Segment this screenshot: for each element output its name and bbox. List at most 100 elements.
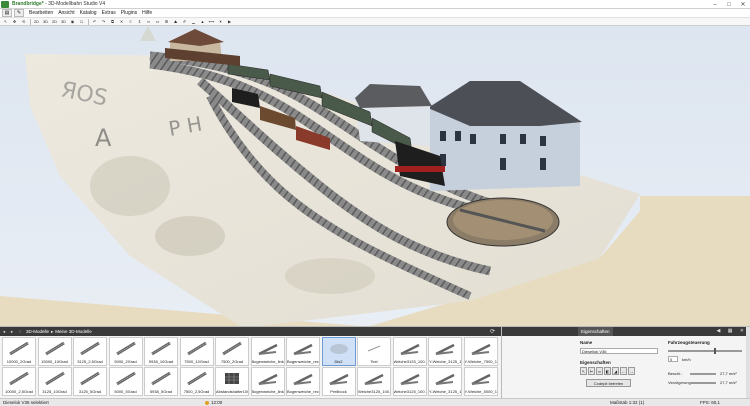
direction-right-icon[interactable]: → [628, 367, 635, 375]
select-tool-icon[interactable]: ↖ [2, 18, 9, 25]
model-tile[interactable]: Weiche3125_100... [392, 337, 427, 366]
walk-icon[interactable]: ☖ [78, 18, 85, 25]
model-tile[interactable]: 10000_2,5Grad [2, 367, 36, 396]
direction-left-icon[interactable]: ← [620, 367, 627, 375]
model-tile[interactable]: 5938_5Grad [144, 367, 178, 396]
eigenschaften-section-label: Eigenschaften [580, 360, 611, 365]
back-icon[interactable]: ◂ [0, 329, 8, 335]
decel-slider[interactable] [690, 382, 716, 384]
model-thumbnail-icon [293, 373, 313, 386]
3d-viewport[interactable]: ЯОS A P H [0, 26, 750, 326]
model-tile[interactable]: 15000_10Grad [37, 337, 72, 366]
view-2d-button[interactable]: 2D [33, 18, 40, 25]
model-tile[interactable]: Prellbock [321, 367, 356, 396]
speed-unit: km/h [682, 357, 691, 362]
model-thumbnail-icon [470, 343, 491, 356]
model-tile[interactable]: Y-Weiche_7500_1... [463, 337, 498, 366]
paint-icon[interactable]: ✐ [181, 18, 188, 25]
maximize-button[interactable]: □ [722, 0, 736, 9]
model-thumbnail-icon [435, 373, 455, 386]
menu-hilfe[interactable]: Hilfe [142, 10, 152, 16]
model-tile[interactable]: Bogenweiche_links [250, 367, 285, 396]
up-icon[interactable]: ↑ [16, 329, 24, 334]
panel-scrollbar[interactable] [746, 327, 750, 399]
model-tile[interactable]: 3125_2,5Grad [73, 337, 107, 366]
camera-icon[interactable]: ◉ [69, 18, 76, 25]
tab-eigenschaften[interactable]: Eigenschaften [578, 327, 613, 336]
model-tile-caption: Dis2 [334, 359, 343, 364]
menu-ansicht[interactable]: Ansicht [58, 10, 74, 16]
measure-icon[interactable]: ⟷ [208, 18, 215, 25]
window-controls: – □ ✕ [708, 0, 750, 9]
decel-label: Verzögerung: [668, 380, 692, 385]
file-menu-icon[interactable]: ▤ [2, 9, 12, 17]
status-bar: Dieselok V36 selektiert 12:00 Maßstab 1:… [0, 398, 750, 406]
model-tile[interactable]: Weiche3125_100... [357, 367, 391, 396]
group-icon[interactable]: ⊞ [163, 18, 170, 25]
play-icon[interactable]: ▶ [226, 18, 233, 25]
menu-bearbeiten[interactable]: Bearbeiten [29, 10, 53, 16]
track-straight-icon[interactable]: ═ [596, 367, 603, 375]
raise-icon[interactable]: ▲ [199, 18, 206, 25]
align-icon[interactable]: ≡ [127, 18, 134, 25]
height-icon[interactable]: ⇕ [136, 18, 143, 25]
menu-extras[interactable]: Extras [102, 10, 116, 16]
flatten-icon[interactable]: ▁ [190, 18, 197, 25]
model-tile[interactable]: Y-Weiche_5000_1... [463, 367, 498, 396]
copy-icon[interactable]: ⧉ [109, 18, 116, 25]
breadcrumb-meine-3d-modelle[interactable]: Meine 3D-Modelle [55, 329, 92, 334]
speed-slider[interactable] [668, 350, 742, 352]
panel-options-icons[interactable]: ◀ ▦ ✕ [716, 328, 747, 334]
move-tool-icon[interactable]: ✥ [11, 18, 18, 25]
breadcrumb-3d-modelle[interactable]: 3D-Modelle [26, 329, 49, 334]
close-button[interactable]: ✕ [736, 0, 750, 9]
model-tile[interactable]: 7500_10Grad [179, 337, 214, 366]
model-tile[interactable]: Y-Weiche_3125_1... [428, 337, 462, 366]
grid-3d-button[interactable]: 3D [60, 18, 67, 25]
model-tile[interactable]: Bogenweiche_rec... [286, 337, 320, 366]
select-tool-icon[interactable]: ↖ [580, 367, 587, 375]
speed-input[interactable]: 0 [668, 356, 678, 362]
slope-icon[interactable]: ◢ [612, 367, 619, 375]
model-tile[interactable]: 3125_5Grad [73, 367, 107, 396]
model-tile[interactable]: Bogenweiche_rec... [286, 367, 320, 396]
redo-icon[interactable]: ↷ [100, 18, 107, 25]
light-icon[interactable]: ☀ [217, 18, 224, 25]
speed-slider-knob[interactable] [713, 348, 716, 354]
menu-katalog[interactable]: Katalog [80, 10, 97, 16]
model-tile[interactable]: 10000_2Grad [2, 337, 36, 366]
undo-icon[interactable]: ↶ [91, 18, 98, 25]
minimize-button[interactable]: – [708, 0, 722, 9]
grid-2d-button[interactable]: 2D [51, 18, 58, 25]
model-tile[interactable]: 3125_10Grad [37, 367, 72, 396]
track-left-icon[interactable]: ⊢ [588, 367, 595, 375]
model-tile[interactable]: 7500_2Grad [215, 337, 249, 366]
scale-display: Maßstab 1:32 (1) [610, 400, 645, 405]
model-tile[interactable]: Text [357, 337, 391, 366]
view-3d-button[interactable]: 3D [42, 18, 49, 25]
model-tile-caption: 10000_2Grad [6, 359, 32, 364]
accel-slider[interactable] [690, 373, 716, 375]
edit-pencil-icon[interactable]: ✎ [14, 9, 24, 17]
model-tile[interactable]: Y-Weiche_3125_1... [428, 367, 462, 396]
signal-icon[interactable]: ◧ [604, 367, 611, 375]
model-tile[interactable]: Bogenweiche_links [250, 337, 285, 366]
track-icon[interactable]: ═ [145, 18, 152, 25]
lock-icon[interactable]: ▭ [154, 18, 161, 25]
model-tile[interactable]: 7500_2,5Grad [179, 367, 214, 396]
model-tile[interactable]: 5938_10Grad [144, 337, 178, 366]
forward-icon[interactable]: ▸ [8, 329, 16, 335]
model-tile[interactable]: Abstandshalter100 [215, 367, 249, 396]
refresh-icon[interactable]: ⟳ [490, 328, 495, 335]
model-tile[interactable]: 5000_5Grad [108, 367, 143, 396]
delete-icon[interactable]: ✕ [118, 18, 125, 25]
rotate-tool-icon[interactable]: ⟲ [20, 18, 27, 25]
codepit-button[interactable]: Codepit betreten [586, 379, 631, 387]
catalog-header: ◂ ▸ ↑ 3D-Modelle ▸ Meine 3D-Modelle ⟳ [0, 327, 501, 336]
terrain-icon[interactable]: ⛰ [172, 18, 179, 25]
model-tile[interactable]: 5000_2Grad [108, 337, 143, 366]
menu-plugins[interactable]: Plugins [121, 10, 137, 16]
model-tile[interactable]: Weiche3125_100... [392, 367, 427, 396]
name-input[interactable]: Diesellok V36 [580, 348, 658, 354]
model-tile[interactable]: Dis2 [321, 337, 356, 366]
